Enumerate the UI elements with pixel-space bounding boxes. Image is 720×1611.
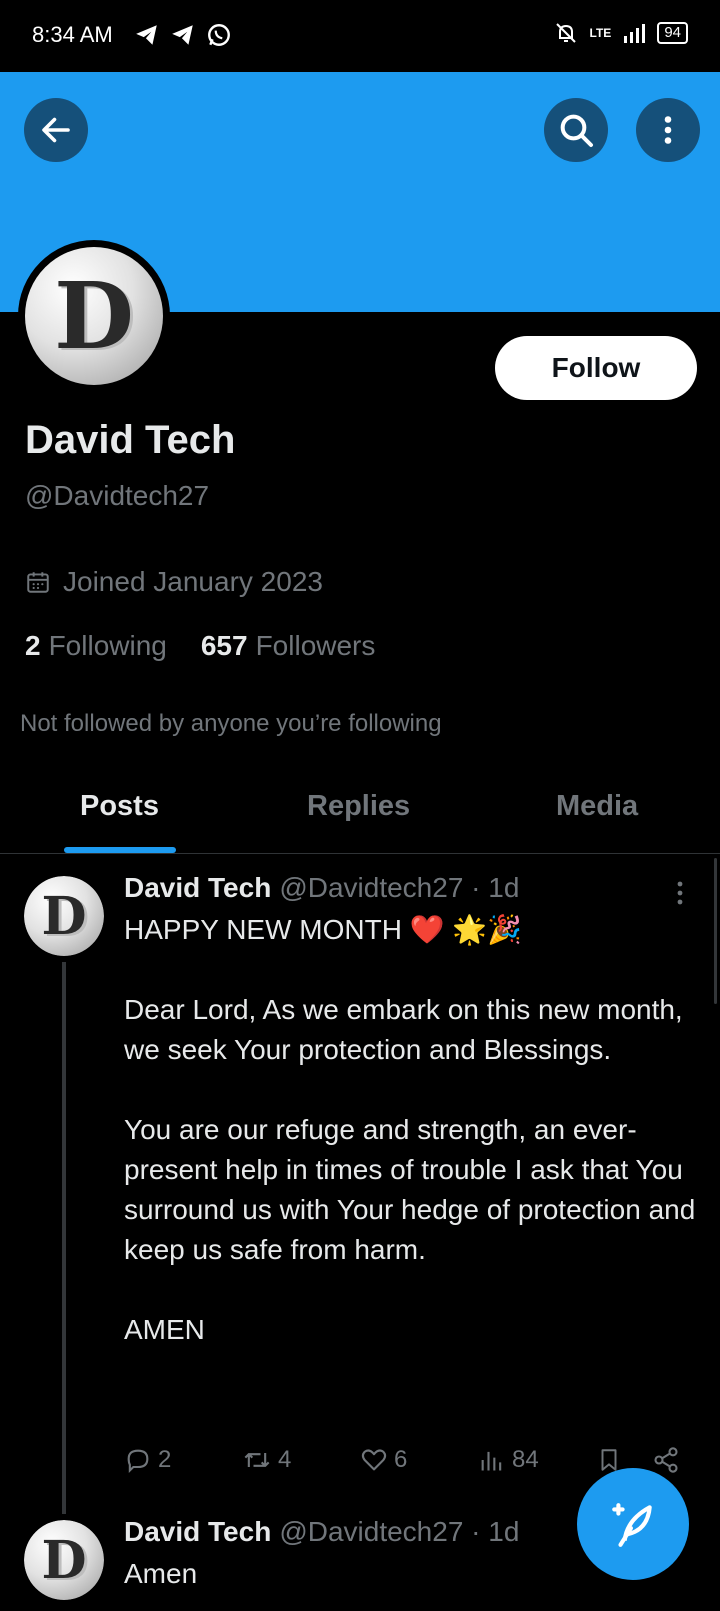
not-followed-notice: Not followed by anyone you’re following	[20, 710, 442, 737]
joined-text: Joined January 2023	[63, 566, 323, 597]
followers-label: Followers	[255, 630, 376, 661]
tab-posts[interactable]: Posts	[80, 790, 159, 823]
heart-icon	[361, 1449, 387, 1471]
more-vertical-icon	[664, 116, 672, 144]
telegram-icon	[136, 25, 157, 45]
joined-date: Joined January 2023	[25, 566, 323, 598]
calendar-icon	[27, 572, 49, 593]
post-paragraph-2: You are our refuge and strength, an ever…	[124, 1114, 696, 1265]
scrollbar[interactable]	[714, 858, 717, 1004]
compose-post-button[interactable]	[577, 1468, 689, 1580]
search-button[interactable]	[544, 98, 608, 162]
reply-count: 2	[158, 1446, 172, 1473]
post-author-name[interactable]: David Tech	[124, 872, 271, 903]
avatar-letter: D	[54, 262, 134, 370]
avatar-letter: D	[41, 885, 87, 947]
status-time: 8:34 AM	[32, 22, 113, 47]
profile-avatar[interactable]: D	[18, 240, 170, 392]
repost-icon	[244, 1453, 270, 1467]
like-count: 6	[394, 1446, 408, 1473]
battery-indicator: 94	[657, 22, 688, 44]
follow-button[interactable]: Follow	[495, 336, 697, 400]
repost-count: 4	[278, 1446, 292, 1473]
active-tab-indicator	[64, 847, 176, 853]
like-button[interactable]: 6	[360, 1446, 407, 1474]
post-more-button[interactable]	[668, 878, 692, 913]
post-paragraph-3: AMEN	[124, 1314, 205, 1345]
back-button[interactable]	[24, 98, 88, 162]
tab-replies[interactable]: Replies	[307, 790, 410, 823]
views-count: 84	[512, 1446, 539, 1473]
more-options-button[interactable]	[636, 98, 700, 162]
post-meta: @Davidtech27 · 1d	[279, 1516, 520, 1547]
post-meta: @Davidtech27 · 1d	[279, 872, 520, 903]
profile-tabs: Posts Replies Media	[0, 770, 720, 854]
following-label: Following	[48, 630, 167, 661]
following-count: 2	[25, 630, 41, 661]
reply-button[interactable]: 2	[124, 1446, 171, 1474]
notifications-off-icon	[555, 23, 576, 43]
post-header: David Tech @Davidtech27 · 1d	[124, 872, 519, 904]
lte-signal-icon: LTE	[589, 26, 612, 40]
views-icon	[481, 1451, 502, 1471]
post-avatar[interactable]: D	[24, 1520, 104, 1600]
post-author-name[interactable]: David Tech	[124, 1516, 271, 1547]
post-paragraph-1: Dear Lord, As we embark on this new mont…	[124, 994, 683, 1065]
thread-line	[62, 962, 66, 1514]
share-icon	[654, 1447, 678, 1473]
tab-media[interactable]: Media	[556, 790, 638, 823]
profile-handle: @Davidtech27	[25, 480, 210, 511]
more-vertical-icon	[677, 881, 683, 905]
post-body[interactable]: HAPPY NEW MONTH ❤️ 🌟🎉 Dear Lord, As we e…	[124, 910, 704, 1350]
followers-count: 657	[200, 630, 248, 661]
post-line1: HAPPY NEW MONTH ❤️ 🌟🎉	[124, 914, 523, 945]
share-button[interactable]	[652, 1446, 680, 1474]
followers-link[interactable]: 657 Followers	[201, 630, 376, 662]
search-icon	[560, 114, 593, 147]
repost-button[interactable]: 4	[242, 1446, 291, 1474]
following-link[interactable]: 2 Following	[25, 630, 167, 662]
views-button[interactable]: 84	[478, 1446, 539, 1474]
post-header: David Tech @Davidtech27 · 1d	[124, 1516, 519, 1548]
status-left-icons	[134, 22, 232, 48]
arrow-left-icon	[42, 117, 70, 143]
signal-bars-icon	[624, 24, 646, 43]
telegram-icon	[172, 25, 193, 45]
avatar-letter: D	[41, 1529, 87, 1591]
profile-name: David Tech	[25, 418, 236, 462]
post-avatar[interactable]: D	[24, 876, 104, 956]
compose-post-icon	[612, 1503, 652, 1547]
reply-icon	[127, 1449, 149, 1474]
status-bar: 8:34 AM LTE 94	[0, 0, 720, 72]
status-right-icons: LTE 94	[554, 20, 688, 46]
follow-stats: 2 Following 657 Followers	[25, 630, 375, 662]
whatsapp-icon	[208, 24, 230, 46]
